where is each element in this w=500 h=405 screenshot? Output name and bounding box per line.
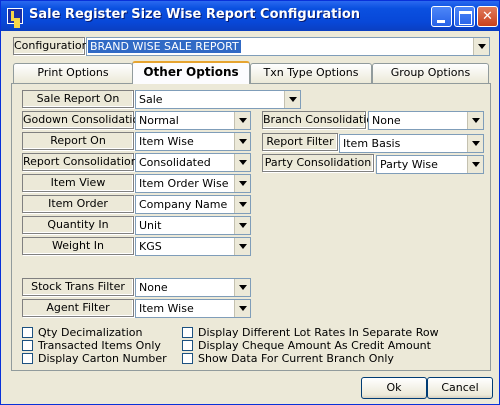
- godown-consolidation-value: Normal: [139, 114, 179, 127]
- sale-report-on-select[interactable]: Sale: [135, 90, 301, 109]
- checkbox-box[interactable]: [182, 340, 193, 351]
- tab-group-options[interactable]: Group Options: [372, 63, 489, 83]
- item-view-label: Item View: [22, 174, 134, 192]
- chevron-down-icon[interactable]: [234, 279, 250, 296]
- stock-trans-filter-value: None: [139, 281, 168, 294]
- report-filter-select[interactable]: Item Basis: [339, 134, 484, 153]
- report-filter-label: Report Filter: [262, 133, 338, 151]
- dialog-window: Sale Register Size Wise Report Configura…: [0, 0, 500, 405]
- chevron-down-icon[interactable]: [467, 135, 483, 152]
- agent-filter-label: Agent Filter: [22, 299, 134, 317]
- item-view-select[interactable]: Item Order Wise: [135, 174, 251, 193]
- tab-strip: Print Options Other Options Txn Type Opt…: [11, 61, 491, 84]
- maximize-button[interactable]: [454, 6, 475, 27]
- cancel-button[interactable]: Cancel: [427, 377, 493, 399]
- close-button[interactable]: ✕: [477, 6, 498, 27]
- close-icon: ✕: [482, 9, 493, 24]
- report-on-label: Report On: [22, 132, 134, 150]
- ok-button[interactable]: Ok: [361, 377, 427, 399]
- chevron-down-icon[interactable]: [234, 300, 250, 317]
- tab-txn-type-options[interactable]: Txn Type Options: [250, 63, 372, 83]
- godown-consolidation-label: Godown Consolidation: [22, 111, 146, 129]
- agent-filter-value: Item Wise: [139, 302, 194, 315]
- show-current-branch-label: Show Data For Current Branch Only: [198, 352, 394, 365]
- sale-report-on-value: Sale: [139, 93, 163, 106]
- chevron-down-icon[interactable]: [234, 133, 250, 150]
- report-consolidation-value: Consolidated: [139, 156, 211, 169]
- report-consolidation-select[interactable]: Consolidated: [135, 153, 251, 172]
- branch-consolidation-label: Branch Consolidation: [262, 111, 380, 129]
- weight-in-label: Weight In: [22, 237, 134, 255]
- tab-print-options[interactable]: Print Options: [13, 63, 133, 83]
- party-consolidation-label: Party Consolidation: [262, 154, 374, 172]
- stock-trans-filter-select[interactable]: None: [135, 278, 251, 297]
- sale-report-on-label: Sale Report On: [22, 90, 134, 108]
- chevron-down-icon[interactable]: [284, 91, 300, 108]
- chevron-down-icon[interactable]: [234, 175, 250, 192]
- checkbox-box[interactable]: [22, 327, 33, 338]
- item-order-select[interactable]: Company Name: [135, 195, 251, 214]
- party-consolidation-select[interactable]: Party Wise: [376, 155, 484, 174]
- agent-filter-select[interactable]: Item Wise: [135, 299, 251, 318]
- app-icon: [7, 8, 23, 24]
- chevron-down-icon[interactable]: [467, 156, 483, 173]
- chevron-down-icon[interactable]: [467, 112, 483, 129]
- quantity-in-value: Unit: [139, 219, 162, 232]
- chevron-down-icon[interactable]: [234, 217, 250, 234]
- chevron-down-icon[interactable]: [473, 38, 489, 55]
- display-carton-number-label: Display Carton Number: [38, 352, 167, 365]
- godown-consolidation-select[interactable]: Normal: [135, 111, 251, 130]
- tab-other-options[interactable]: Other Options: [132, 61, 250, 84]
- report-on-select[interactable]: Item Wise: [135, 132, 251, 151]
- party-consolidation-value: Party Wise: [380, 158, 438, 171]
- chevron-down-icon[interactable]: [234, 196, 250, 213]
- chevron-down-icon[interactable]: [234, 112, 250, 129]
- display-lot-rates-label: Display Different Lot Rates In Separate …: [198, 326, 439, 339]
- configuration-select[interactable]: BRAND WISE SALE REPORT: [86, 37, 490, 56]
- quantity-in-select[interactable]: Unit: [135, 216, 251, 235]
- item-view-value: Item Order Wise: [139, 177, 229, 190]
- branch-consolidation-value: None: [372, 114, 401, 127]
- checkbox-box[interactable]: [22, 340, 33, 351]
- branch-consolidation-select[interactable]: None: [368, 111, 484, 130]
- configuration-label: Configuration: [13, 37, 89, 55]
- chevron-down-icon[interactable]: [234, 238, 250, 255]
- display-cheque-amount-label: Display Cheque Amount As Credit Amount: [198, 339, 431, 352]
- qty-decimalization-label: Qty Decimalization: [38, 326, 143, 339]
- quantity-in-label: Quantity In: [22, 216, 134, 234]
- item-order-value: Company Name: [139, 198, 228, 211]
- weight-in-select[interactable]: KGS: [135, 237, 251, 256]
- report-consolidation-label: Report Consolidation: [22, 153, 138, 171]
- checkbox-box[interactable]: [22, 353, 33, 364]
- checkbox-box[interactable]: [182, 353, 193, 364]
- title-bar[interactable]: Sale Register Size Wise Report Configura…: [1, 1, 499, 31]
- checkbox-box[interactable]: [182, 327, 193, 338]
- report-on-value: Item Wise: [139, 135, 194, 148]
- chevron-down-icon[interactable]: [234, 154, 250, 171]
- weight-in-value: KGS: [139, 240, 162, 253]
- transacted-items-only-label: Transacted Items Only: [38, 339, 161, 352]
- window-title: Sale Register Size Wise Report Configura…: [29, 7, 361, 22]
- configuration-value: BRAND WISE SALE REPORT: [88, 40, 241, 53]
- report-filter-value: Item Basis: [343, 137, 401, 150]
- stock-trans-filter-label: Stock Trans Filter: [22, 278, 134, 296]
- item-order-label: Item Order: [22, 195, 134, 213]
- minimize-button[interactable]: [431, 6, 452, 27]
